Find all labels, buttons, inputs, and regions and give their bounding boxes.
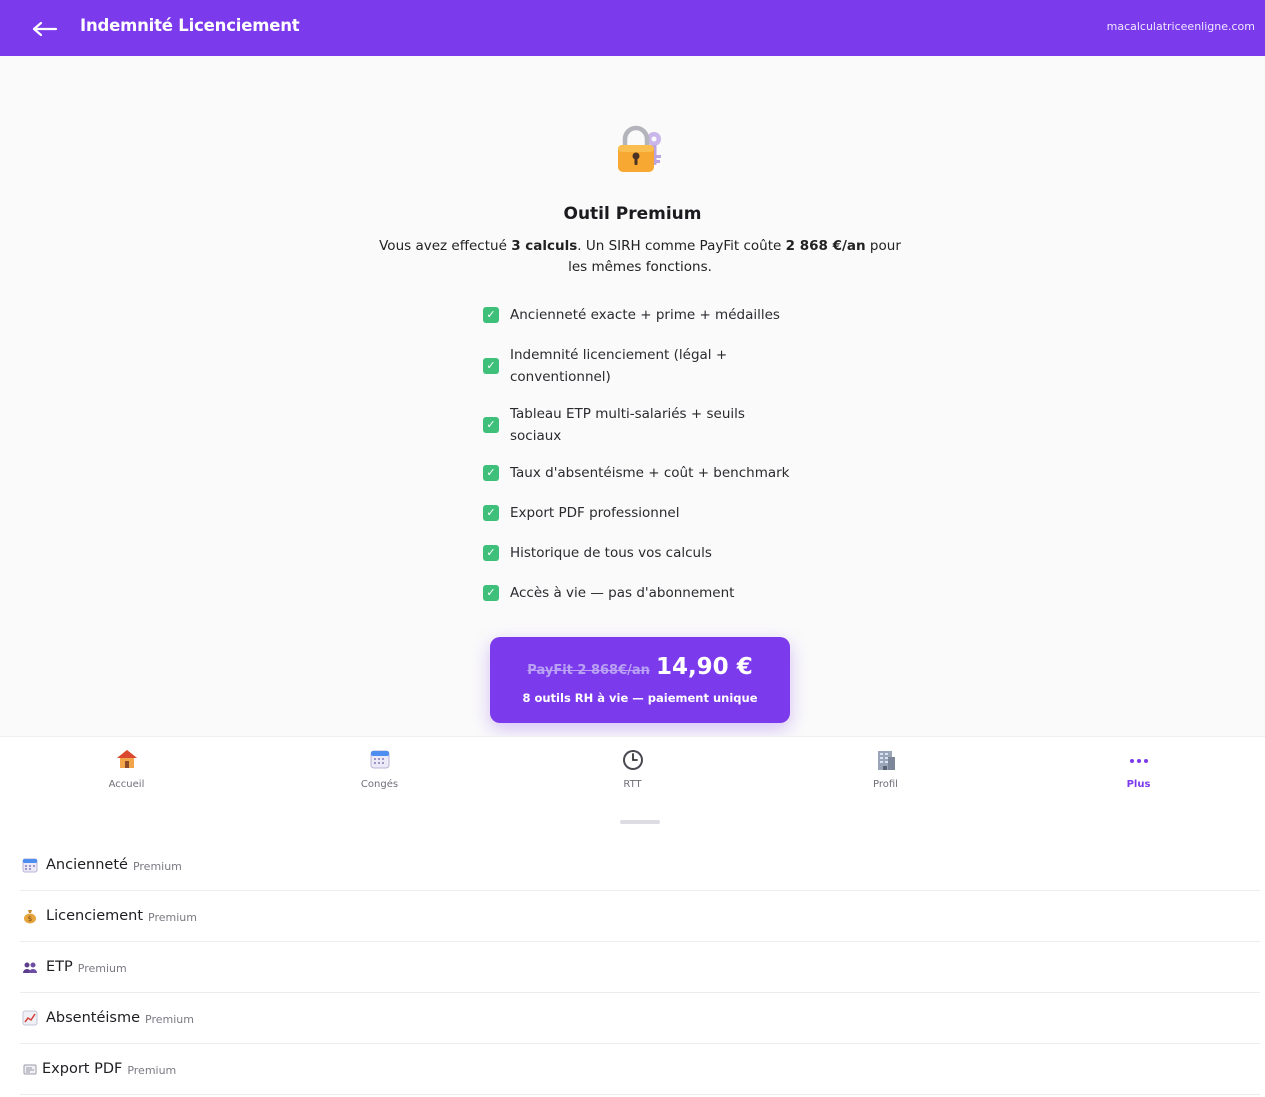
clock-icon (506, 749, 759, 770)
site-name[interactable]: macalculatriceenligne.com (1107, 20, 1255, 33)
nav-item-profil[interactable]: Profil (759, 737, 1012, 801)
nav-item-plus[interactable]: Plus (1012, 737, 1265, 801)
subtitle-text: . Un SIRH comme PayFit coûte (577, 238, 786, 254)
check-mark-icon: ✓ (483, 358, 499, 374)
premium-badge: Premium (127, 1063, 177, 1077)
check-mark-icon: ✓ (483, 465, 499, 481)
arrow-left-icon (32, 21, 58, 37)
feature-label: Historique de tous vos calculs (510, 545, 712, 561)
money-bag-icon: $ (22, 908, 38, 924)
sheet-drag-handle[interactable] (620, 820, 660, 824)
competitor-price: 2 868 €/an (785, 238, 866, 254)
chart-increasing-icon (22, 1010, 38, 1026)
nav-label: Profil (873, 779, 898, 790)
more-dots-icon (1012, 749, 1265, 769)
menu-item-label: Licenciement (46, 908, 144, 924)
nav-label: Congés (360, 779, 399, 790)
feature-item: ✓ Accès à vie — pas d'abonnement (483, 582, 813, 604)
house-icon (0, 749, 253, 769)
check-mark-icon: ✓ (483, 585, 499, 601)
feature-label: Taux d'absentéisme + coût + benchmark (510, 465, 790, 481)
feature-item: ✓ Historique de tous vos calculs (483, 542, 813, 564)
nav-item-accueil[interactable]: Accueil (0, 737, 253, 801)
check-mark-icon: ✓ (483, 307, 499, 323)
buy-premium-button[interactable]: PayFit 2 868€/an 14,90 € 8 outils RH à v… (490, 637, 790, 723)
bottom-nav: Accueil Congés RTT Profil Plus (0, 736, 1265, 800)
nav-item-rtt[interactable]: RTT (506, 737, 759, 801)
feature-label: Indemnité licenciement (légal + conventi… (510, 347, 728, 385)
feature-item: ✓ Tableau ETP multi-salariés + seuils so… (483, 403, 813, 447)
office-building-icon (759, 749, 1012, 770)
menu-item-licenciement[interactable]: $ Licenciement Premium (20, 891, 1260, 942)
premium-badge: Premium (77, 961, 127, 975)
menu-item-label: Absentéisme (46, 1010, 141, 1026)
feature-label: Accès à vie — pas d'abonnement (510, 585, 735, 601)
menu-item-label: ETP (46, 959, 73, 975)
price-row: PayFit 2 868€/an 14,90 € (490, 654, 790, 680)
paywall-title: Outil Premium (563, 204, 702, 224)
menu-item-label: Export PDF (42, 1061, 123, 1077)
premium-badge: Premium (132, 859, 182, 873)
feature-label: Tableau ETP multi-salariés + seuils soci… (510, 406, 745, 444)
more-menu-sheet: Ancienneté Premium $ Licenciement Premiu… (0, 800, 1265, 1097)
feature-item: ✓ Ancienneté exacte + prime + médailles (483, 304, 813, 326)
premium-badge: Premium (148, 910, 197, 924)
check-mark-icon: ✓ (483, 545, 499, 561)
locked-with-key-icon (612, 121, 668, 177)
paywall-subtitle: Vous avez effectué 3 calculs. Un SIRH co… (368, 236, 912, 278)
check-mark-icon: ✓ (483, 417, 499, 433)
nav-item-conges[interactable]: Congés (253, 737, 506, 801)
premium-badge: Premium (145, 1012, 194, 1026)
premium-paywall: Outil Premium Vous avez effectué 3 calcu… (0, 56, 1265, 736)
feature-item: ✓ Indemnité licenciement (légal + conven… (483, 344, 813, 388)
menu-item-label: Ancienneté (46, 857, 128, 873)
calc-count: 3 calculs (511, 238, 578, 254)
document-icon (22, 1061, 38, 1077)
menu-list: Ancienneté Premium $ Licenciement Premiu… (20, 840, 1260, 1095)
svg-text:$: $ (28, 915, 32, 923)
people-icon (22, 959, 38, 975)
back-button[interactable] (32, 12, 62, 44)
cta-subtitle: 8 outils RH à vie — paiement unique (522, 691, 758, 705)
nav-label: Plus (1126, 779, 1151, 790)
menu-item-anciennete[interactable]: Ancienneté Premium (20, 840, 1260, 891)
calendar-icon (22, 857, 38, 873)
feature-item: ✓ Taux d'absentéisme + coût + benchmark (483, 462, 813, 484)
subtitle-text: Vous avez effectué (379, 238, 512, 254)
price: 14,90 € (655, 654, 753, 680)
feature-list: ✓ Ancienneté exacte + prime + médailles … (483, 304, 813, 622)
menu-item-absenteisme[interactable]: Absentéisme Premium (20, 993, 1260, 1044)
calendar-icon (253, 749, 506, 769)
nav-label: RTT (623, 779, 642, 790)
feature-label: Export PDF professionnel (510, 505, 680, 521)
feature-item: ✓ Export PDF professionnel (483, 502, 813, 524)
check-mark-icon: ✓ (483, 505, 499, 521)
old-price: PayFit 2 868€/an (527, 663, 650, 678)
feature-label: Ancienneté exacte + prime + médailles (510, 307, 780, 323)
nav-label: Accueil (108, 779, 145, 790)
page-title: Indemnité Licenciement (80, 16, 300, 35)
top-app-bar: Indemnité Licenciement macalculatriceenl… (0, 0, 1265, 56)
menu-item-etp[interactable]: ETP Premium (20, 942, 1260, 993)
menu-item-export-pdf[interactable]: Export PDF Premium (20, 1044, 1260, 1095)
